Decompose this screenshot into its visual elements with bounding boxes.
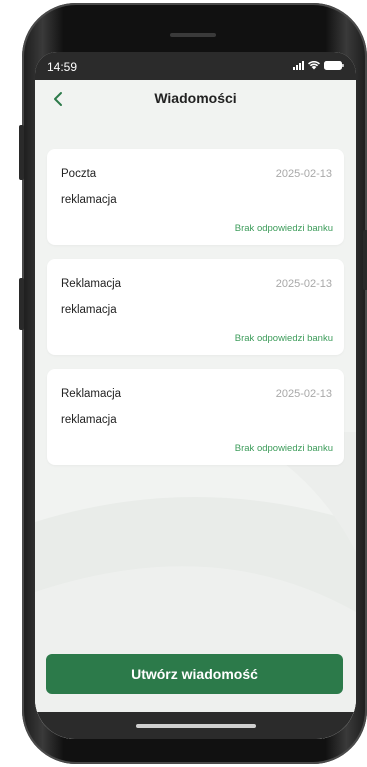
bottom-bar (35, 712, 356, 739)
create-message-button[interactable]: Utwórz wiadomość (46, 654, 343, 694)
message-date: 2025-02-13 (275, 278, 332, 290)
message-status: Brak odpowiedzi banku (234, 223, 333, 234)
message-date: 2025-02-13 (275, 388, 332, 400)
power-button (363, 230, 367, 290)
phone-screen: 14:59 Wiadomości Poczta 2025-02-13 rekla… (35, 52, 356, 739)
page-title: Wiadomości (154, 90, 237, 106)
home-indicator[interactable] (136, 724, 256, 728)
message-card[interactable]: Reklamacja 2025-02-13 reklamacja Brak od… (47, 259, 344, 355)
signal-icon (293, 61, 304, 70)
message-status: Brak odpowiedzi banku (234, 443, 333, 454)
message-card[interactable]: Poczta 2025-02-13 reklamacja Brak odpowi… (47, 149, 344, 245)
battery-icon (324, 61, 344, 70)
app-header: Wiadomości (35, 80, 356, 118)
message-subject: reklamacja (61, 304, 117, 316)
message-title: Poczta (61, 168, 97, 180)
message-title: Reklamacja (61, 278, 122, 290)
status-time: 14:59 (47, 60, 78, 74)
message-status: Brak odpowiedzi banku (234, 333, 333, 344)
wifi-icon (308, 61, 320, 70)
volume-down-button (19, 278, 24, 330)
message-title: Reklamacja (61, 388, 122, 400)
message-subject: reklamacja (61, 194, 117, 206)
message-list: Poczta 2025-02-13 reklamacja Brak odpowi… (47, 149, 345, 479)
status-icons (293, 61, 344, 70)
status-bar: 14:59 (35, 52, 356, 80)
message-date: 2025-02-13 (275, 168, 332, 180)
speaker-grille (170, 33, 216, 37)
message-subject: reklamacja (61, 414, 117, 426)
volume-up-button (19, 125, 24, 180)
message-card[interactable]: Reklamacja 2025-02-13 reklamacja Brak od… (47, 369, 344, 465)
